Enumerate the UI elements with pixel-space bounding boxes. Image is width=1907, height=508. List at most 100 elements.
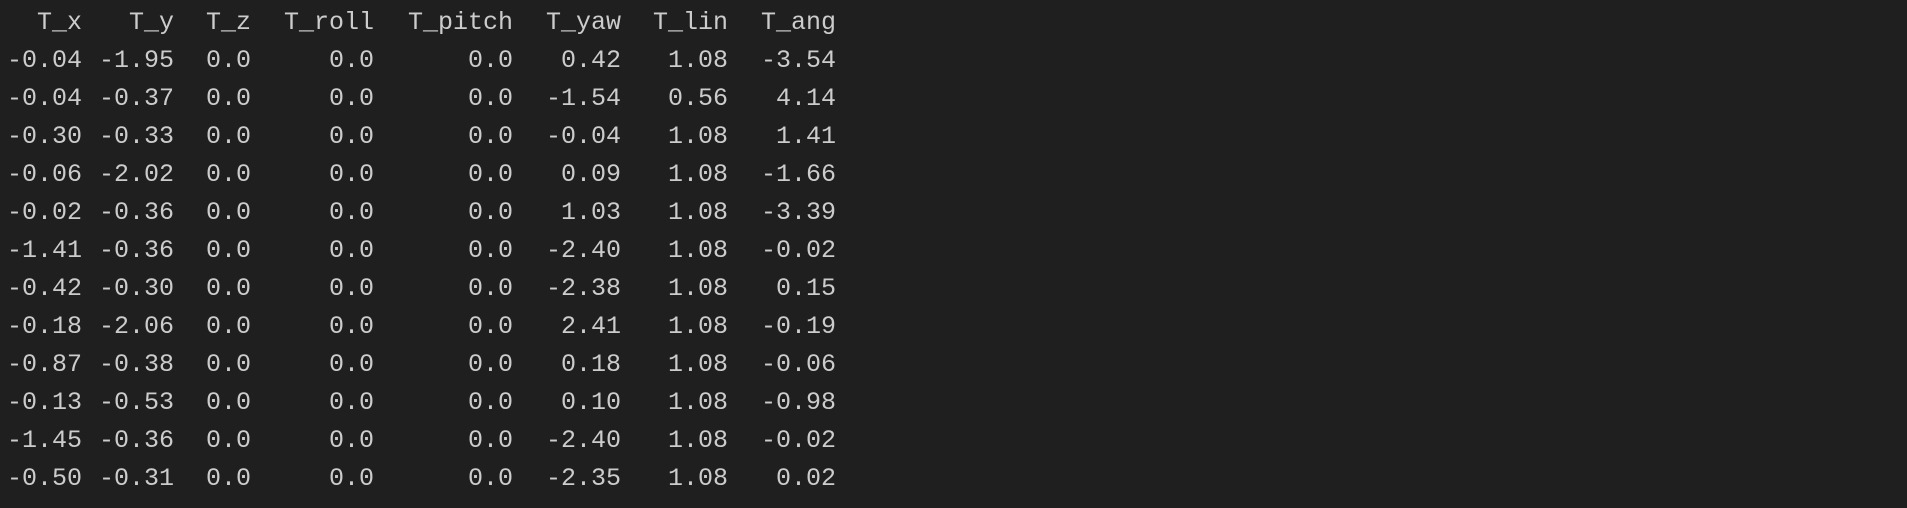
table-cell: -1.66: [760, 160, 836, 189]
table-cell: -0.02: [760, 426, 836, 455]
table-cell: 0.0: [467, 84, 513, 113]
table-row: -0.18 -2.06 0.0 0.0 0.0 2.41 1.08 -0.19: [0, 308, 1907, 346]
table-cell: 1.41: [775, 122, 836, 151]
table-cell: 0.0: [467, 388, 513, 417]
table-cell: 0.0: [328, 426, 374, 455]
table-cell: 0.0: [467, 122, 513, 151]
table-cell: 0.0: [467, 464, 513, 493]
table-cell: 1.08: [667, 388, 728, 417]
column-header-t-pitch: T_pitch: [407, 8, 513, 37]
table-cell: -0.04: [6, 46, 82, 75]
table-cell: -2.38: [545, 274, 621, 303]
table-cell: 0.0: [328, 122, 374, 151]
table-cell: -0.31: [98, 464, 174, 493]
table-cell: 1.08: [667, 46, 728, 75]
table-cell: -1.95: [98, 46, 174, 75]
table-row: -0.13 -0.53 0.0 0.0 0.0 0.10 1.08 -0.98: [0, 384, 1907, 422]
table-cell: 0.0: [467, 312, 513, 341]
table-row: -0.42 -0.30 0.0 0.0 0.0 -2.38 1.08 0.15: [0, 270, 1907, 308]
table-cell: 0.0: [205, 84, 251, 113]
dataframe-output: T_x T_y T_z T_roll T_pitch T_yaw T_lin T_ang -0…: [0, 0, 1907, 498]
table-cell: 0.56: [667, 84, 728, 113]
table-cell: 2.41: [560, 312, 621, 341]
table-cell: -0.04: [545, 122, 621, 151]
table-cell: 0.0: [467, 350, 513, 379]
table-cell: 0.0: [467, 160, 513, 189]
table-cell: 0.0: [328, 46, 374, 75]
table-cell: -0.30: [98, 274, 174, 303]
table-cell: -0.02: [760, 236, 836, 265]
table-cell: -2.40: [545, 426, 621, 455]
table-cell: 0.18: [560, 350, 621, 379]
table-cell: -0.02: [6, 198, 82, 227]
table-cell: 1.08: [667, 160, 728, 189]
table-cell: 0.0: [205, 464, 251, 493]
table-cell: 0.0: [328, 464, 374, 493]
table-cell: 0.15: [775, 274, 836, 303]
table-row: -0.50 -0.31 0.0 0.0 0.0 -2.35 1.08 0.02: [0, 460, 1907, 498]
table-cell: 0.02: [775, 464, 836, 493]
table-cell: 0.42: [560, 46, 621, 75]
table-row: -0.04 -1.95 0.0 0.0 0.0 0.42 1.08 -3.54: [0, 42, 1907, 80]
table-cell: 1.08: [667, 426, 728, 455]
column-header-t-y: T_y: [128, 8, 174, 37]
table-cell: 0.0: [205, 426, 251, 455]
table-cell: 1.03: [560, 198, 621, 227]
table-cell: 1.08: [667, 350, 728, 379]
table-cell: -2.06: [98, 312, 174, 341]
table-cell: -3.54: [760, 46, 836, 75]
column-header-t-ang: T_ang: [760, 8, 836, 37]
table-cell: 0.0: [328, 274, 374, 303]
table-cell: -0.42: [6, 274, 82, 303]
table-cell: -2.40: [545, 236, 621, 265]
table-cell: -0.50: [6, 464, 82, 493]
table-cell: -0.37: [98, 84, 174, 113]
table-cell: 0.0: [205, 198, 251, 227]
table-cell: 0.0: [467, 236, 513, 265]
table-cell: -0.19: [760, 312, 836, 341]
table-cell: 0.09: [560, 160, 621, 189]
table-cell: -0.33: [98, 122, 174, 151]
table-cell: -0.04: [6, 84, 82, 113]
table-cell: 1.08: [667, 312, 728, 341]
table-cell: 0.0: [328, 312, 374, 341]
table-row: -1.45 -0.36 0.0 0.0 0.0 -2.40 1.08 -0.02: [0, 422, 1907, 460]
table-cell: -0.13: [6, 388, 82, 417]
table-cell: 0.0: [328, 350, 374, 379]
table-row: -0.06 -2.02 0.0 0.0 0.0 0.09 1.08 -1.66: [0, 156, 1907, 194]
table-cell: 0.0: [205, 312, 251, 341]
table-cell: 0.0: [328, 236, 374, 265]
table-cell: -0.36: [98, 236, 174, 265]
table-cell: 0.0: [328, 388, 374, 417]
table-cell: 0.0: [205, 122, 251, 151]
table-cell: -0.36: [98, 198, 174, 227]
table-row: -0.02 -0.36 0.0 0.0 0.0 1.03 1.08 -3.39: [0, 194, 1907, 232]
table-cell: -0.38: [98, 350, 174, 379]
column-header-t-z: T_z: [205, 8, 251, 37]
table-cell: -1.45: [6, 426, 82, 455]
table-row: -0.04 -0.37 0.0 0.0 0.0 -1.54 0.56 4.14: [0, 80, 1907, 118]
column-header-t-x: T_x: [36, 8, 82, 37]
table-cell: 0.0: [328, 198, 374, 227]
table-cell: 0.0: [467, 274, 513, 303]
table-cell: 0.0: [205, 350, 251, 379]
table-cell: -1.54: [545, 84, 621, 113]
table-cell: -0.98: [760, 388, 836, 417]
table-cell: 0.0: [205, 236, 251, 265]
table-cell: -0.30: [6, 122, 82, 151]
table-cell: 0.0: [205, 274, 251, 303]
table-cell: -1.41: [6, 236, 82, 265]
table-header: T_x T_y T_z T_roll T_pitch T_yaw T_lin T_ang: [0, 4, 1907, 42]
table-cell: 0.0: [328, 160, 374, 189]
table-cell: 0.0: [205, 388, 251, 417]
table-cell: 0.0: [467, 426, 513, 455]
table-cell: -3.39: [760, 198, 836, 227]
table-cell: 0.0: [205, 46, 251, 75]
table-cell: -0.53: [98, 388, 174, 417]
table-cell: 1.08: [667, 236, 728, 265]
table-cell: 0.0: [467, 46, 513, 75]
column-header-t-yaw: T_yaw: [545, 8, 621, 37]
table-cell: -0.18: [6, 312, 82, 341]
table-cell: -0.87: [6, 350, 82, 379]
table-cell: 0.0: [328, 84, 374, 113]
